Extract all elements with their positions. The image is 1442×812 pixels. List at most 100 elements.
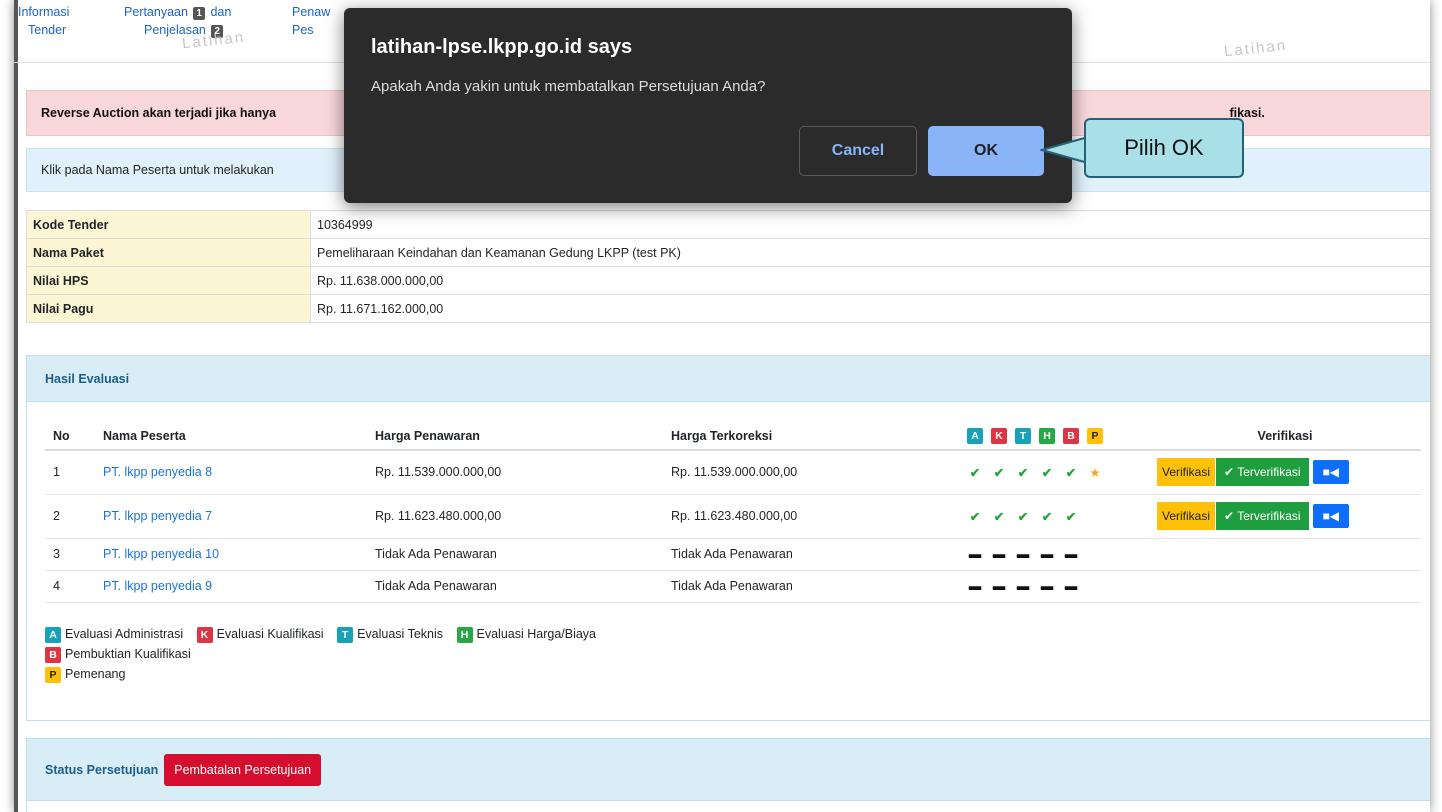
verifikasi-actions: Verifikasi ✔ Terverifikasi ■◀ <box>1149 494 1421 539</box>
dash-icon: ▬ <box>1016 547 1030 561</box>
badge-b-icon: B <box>45 647 61 663</box>
video-camera-icon[interactable]: ■◀ <box>1312 504 1350 528</box>
terverifikasi-button[interactable]: ✔ Terverifikasi <box>1216 502 1309 530</box>
table-row: Nilai Pagu Rp. 11.671.162.000,00 <box>26 294 1430 323</box>
verifikasi-button[interactable]: Verifikasi <box>1157 502 1216 530</box>
verifikasi-empty <box>1149 538 1421 571</box>
row-no: 1 <box>45 450 95 495</box>
check-icon: ✔ <box>969 465 981 480</box>
info-key: Nilai HPS <box>26 266 311 295</box>
check-icon: ✔ <box>1065 465 1077 480</box>
panel-title: Hasil Evaluasi <box>27 356 1430 402</box>
col-eval-badges: AKTHBP <box>959 422 1149 451</box>
status-title: Status Persetujuan <box>45 762 159 777</box>
badge-b-icon: B <box>1063 427 1079 444</box>
hasil-evaluasi-panel: Hasil Evaluasi No Nama Peserta Harga Pen… <box>26 355 1430 721</box>
star-icon: ★ <box>1089 465 1101 480</box>
eval-marks: ✔ ✔ ✔ ✔ ✔ <box>959 494 1149 539</box>
legend-label: Evaluasi Administrasi <box>65 627 184 641</box>
dash-icon: ▬ <box>992 579 1006 593</box>
dash-icon: ▬ <box>968 579 982 593</box>
tender-info-table: Kode Tender 10364999 Nama Paket Pemelihara… <box>26 210 1430 323</box>
ok-button[interactable]: OK <box>928 126 1044 176</box>
tab-penawaran-label: Penaw <box>292 5 331 19</box>
badge-t-icon: T <box>337 627 354 643</box>
confirm-dialog: latihan-lpse.lkpp.go.id says Apakah Anda… <box>344 8 1072 203</box>
harga-terkoreksi: Rp. 11.539.000.000,00 <box>663 450 959 495</box>
cancel-button[interactable]: Cancel <box>799 126 917 176</box>
info-key: Nilai Pagu <box>26 294 311 323</box>
harga-penawaran: Rp. 11.623.480.000,00 <box>367 494 663 539</box>
alert-info-text: Klik pada Nama Peserta untuk melakukan <box>41 163 274 177</box>
verifikasi-actions: Verifikasi ✔ Terverifikasi ■◀ <box>1149 450 1421 495</box>
legend-label: Pembuktian Kualifikasi <box>65 647 191 661</box>
dash-icon: ▬ <box>1040 579 1054 593</box>
alert-text: Reverse Auction akan terjadi jika hanya <box>41 106 277 120</box>
evaluation-legend: A Evaluasi Administrasi K Evaluasi Kualifi… <box>45 624 606 684</box>
info-value: Rp. 11.638.000.000,00 <box>310 266 1430 295</box>
dialog-message: Apakah Anda yakin untuk membatalkan Pers… <box>371 78 766 95</box>
harga-penawaran: Rp. 11.539.000.000,00 <box>367 450 663 495</box>
harga-terkoreksi: Tidak Ada Penawaran <box>663 570 959 603</box>
peserta-link[interactable]: PT. lkpp penyedia 7 <box>103 509 212 523</box>
legend-label: Evaluasi Teknis <box>357 627 444 641</box>
instruction-callout: Pilih OK <box>1084 118 1244 178</box>
video-camera-icon[interactable]: ■◀ <box>1312 460 1350 485</box>
eval-marks: ✔ ✔ ✔ ✔ ✔ ★ <box>959 450 1149 495</box>
badge-k-icon: K <box>991 427 1007 444</box>
badge-h-icon: H <box>1039 427 1055 444</box>
badge-t-icon: T <box>1015 427 1031 444</box>
dash-icon: ▬ <box>1016 579 1030 593</box>
eval-marks: ▬ ▬ ▬ ▬ ▬ <box>959 570 1149 603</box>
row-no: 2 <box>45 494 95 539</box>
badge-a-icon: A <box>967 427 983 444</box>
badge-a-icon: A <box>45 627 61 643</box>
check-icon: ✔ <box>969 509 981 524</box>
row-no: 3 <box>45 538 95 571</box>
badge-k-icon: K <box>196 627 213 643</box>
callout-pointer <box>1040 135 1089 165</box>
table-row: 4 PT. lkpp penyedia 9 Tidak Ada Penawara… <box>45 570 1421 603</box>
col-nama-peserta: Nama Peserta <box>95 422 367 451</box>
badge-h-icon: H <box>456 627 473 643</box>
verifikasi-button[interactable]: Verifikasi <box>1157 458 1216 487</box>
status-persetujuan-panel: Status Persetujuan Pembatalan Persetujua… <box>26 738 1430 812</box>
check-icon: ✔ <box>1041 509 1053 524</box>
legend-label: Evaluasi Kualifikasi <box>216 627 324 641</box>
table-row: Nama Paket Pemeliharaan Keindahan dan Kea… <box>26 238 1430 267</box>
info-value: Rp. 11.671.162.000,00 <box>310 294 1430 323</box>
dash-icon: ▬ <box>968 547 982 561</box>
pembatalan-persetujuan-button[interactable]: Pembatalan Persetujuan <box>164 753 322 786</box>
legend-label: Pemenang <box>65 667 126 681</box>
col-harga-terkoreksi: Harga Terkoreksi <box>663 422 959 451</box>
check-icon: ✔ <box>993 509 1005 524</box>
tab-tender-label: Tender <box>28 23 67 37</box>
peserta-link[interactable]: PT. lkpp penyedia 8 <box>103 465 212 479</box>
harga-terkoreksi: Rp. 11.623.480.000,00 <box>663 494 959 539</box>
tab-penawaran-peserta[interactable]: Penaw Pes <box>292 3 330 39</box>
dialog-title: latihan-lpse.lkpp.go.id says <box>371 36 633 58</box>
check-icon: ✔ <box>1017 465 1029 480</box>
col-harga-penawaran: Harga Penawaran <box>367 422 663 451</box>
verifikasi-empty <box>1149 570 1421 603</box>
check-icon: ✔ <box>1041 465 1053 480</box>
info-value: 10364999 <box>310 210 1430 239</box>
peserta-link[interactable]: PT. lkpp penyedia 10 <box>103 547 219 561</box>
legend-label: Evaluasi Harga/Biaya <box>476 627 597 641</box>
terverifikasi-button[interactable]: ✔ Terverifikasi <box>1216 458 1309 487</box>
count-badge: 1 <box>193 7 205 20</box>
peserta-link[interactable]: PT. lkpp penyedia 9 <box>103 579 212 593</box>
check-icon: ✔ <box>993 465 1005 480</box>
table-row: 2 PT. lkpp penyedia 7 Rp. 11.623.480.000… <box>45 494 1421 539</box>
table-row: 1 PT. lkpp penyedia 8 Rp. 11.539.000.000… <box>45 450 1421 495</box>
table-header-row: No Nama Peserta Harga Penawaran Harga Te… <box>45 422 1421 451</box>
tab-peserta-label: Pes <box>292 23 314 37</box>
panel-title: Status Persetujuan Pembatalan Persetujua… <box>27 739 1430 801</box>
harga-penawaran: Tidak Ada Penawaran <box>367 570 663 603</box>
dash-icon: ▬ <box>1064 547 1078 561</box>
evaluation-table: No Nama Peserta Harga Penawaran Harga Te… <box>45 422 1421 603</box>
col-no: No <box>45 422 95 451</box>
check-icon: ✔ <box>1065 509 1077 524</box>
harga-terkoreksi: Tidak Ada Penawaran <box>663 538 959 571</box>
tab-informasi-tender[interactable]: Informasi Tender <box>18 3 69 39</box>
